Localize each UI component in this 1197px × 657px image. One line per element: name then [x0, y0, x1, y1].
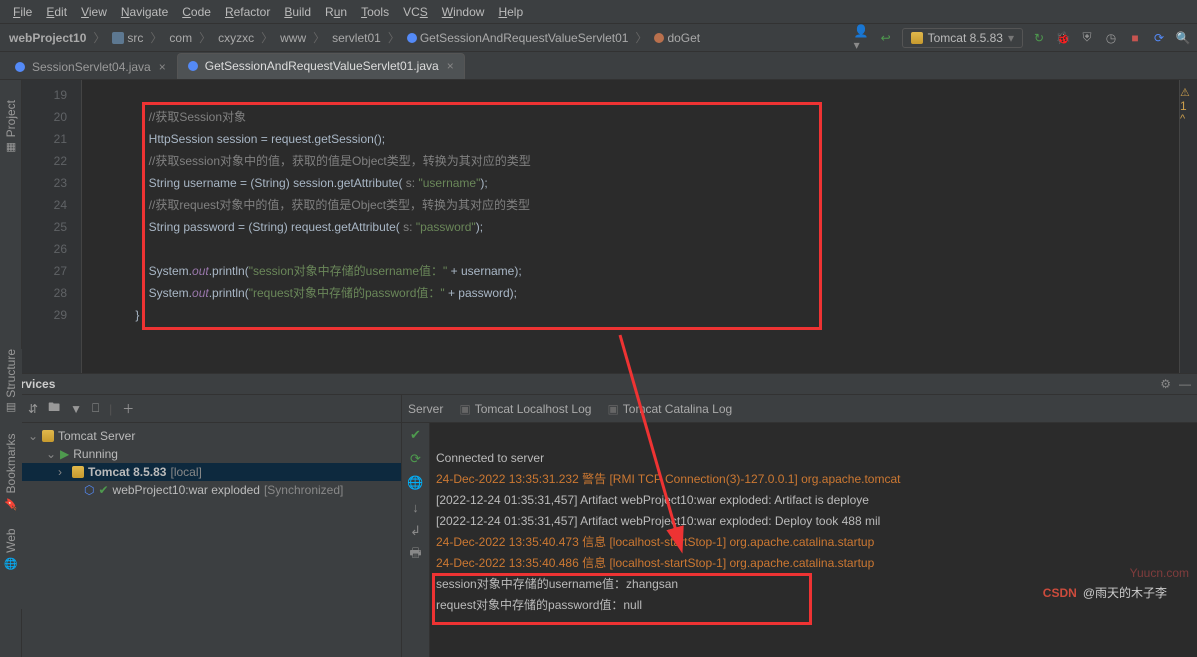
stop-icon[interactable]: ■: [1127, 30, 1143, 46]
breadcrumb: webProject10〉 src〉 com〉 cxyzxc〉 www〉 ser…: [6, 29, 703, 46]
services-panel: ↻ ▶ 🐞 ■ ⋮ ⇵ 🖿 ▼ ⎕ | ＋ ⌄ Tomcat Server ⌄▶…: [0, 395, 1197, 657]
bc-servlet01[interactable]: servlet01: [329, 31, 384, 45]
sidebar-bookmarks[interactable]: 🔖 Bookmarks: [4, 433, 18, 510]
debug-icon[interactable]: 🐞: [1055, 30, 1071, 46]
print-icon[interactable]: 🖶: [408, 547, 424, 563]
menu-refactor[interactable]: Refactor: [218, 5, 277, 19]
tomcat-icon: [72, 466, 84, 478]
console-tabs: Server ▣Tomcat Localhost Log ▣Tomcat Cat…: [402, 395, 1197, 423]
wrap-icon[interactable]: ↲: [408, 523, 424, 539]
minimize-icon[interactable]: —: [1179, 377, 1191, 391]
bc-method[interactable]: doGet: [651, 31, 703, 45]
console-rail: ✔ ⟳ 🌐 ↓ ↲ 🖶: [402, 423, 430, 657]
update-icon[interactable]: ⟳: [408, 451, 424, 467]
expand-icon[interactable]: ⇵: [28, 402, 38, 416]
menu-navigate[interactable]: Navigate: [114, 5, 175, 19]
user-icon[interactable]: 👤▾: [854, 30, 870, 46]
add-icon[interactable]: ＋: [122, 400, 134, 417]
back-icon[interactable]: ↩: [878, 30, 894, 46]
bc-class[interactable]: GetSessionAndRequestValueServlet01: [404, 31, 632, 45]
tree-running[interactable]: ⌄▶ Running: [28, 445, 395, 463]
toolbar-right: 👤▾ ↩ Tomcat 8.5.83 ▾ ↻ 🐞 ⛨ ◷ ■ ⟳ 🔍: [854, 28, 1191, 48]
browser-icon[interactable]: 🌐: [408, 475, 424, 491]
menu-build[interactable]: Build: [277, 5, 318, 19]
close-icon[interactable]: ×: [447, 59, 454, 73]
tree-root[interactable]: ⌄ Tomcat Server: [28, 427, 395, 445]
csdn-watermark: CSDN@雨天的木子李: [1043, 584, 1167, 601]
tree-artifact[interactable]: ⬡✔ webProject10:war exploded [Synchroniz…: [28, 481, 395, 499]
sidebar-web[interactable]: 🌐 Web: [4, 528, 18, 570]
tab-server[interactable]: Server: [408, 402, 443, 416]
nav-bar: webProject10〉 src〉 com〉 cxyzxc〉 www〉 ser…: [0, 24, 1197, 52]
tomcat-icon: [42, 430, 54, 442]
run-config-select[interactable]: Tomcat 8.5.83 ▾: [902, 28, 1023, 48]
rerun-icon[interactable]: ↻: [1031, 30, 1047, 46]
menu-view[interactable]: View: [74, 5, 114, 19]
tomcat-icon: [911, 32, 923, 44]
ok-icon[interactable]: ✔: [408, 427, 424, 443]
editor-tabs: SessionServlet04.java× GetSessionAndRequ…: [0, 52, 1197, 80]
watermark: Yuucn.com: [1130, 563, 1189, 584]
services-toolbar: ⇵ 🖿 ▼ ⎕ | ＋: [22, 395, 401, 423]
code-editor[interactable]: //获取Session对象 HttpSession session = requ…: [82, 80, 1179, 373]
menu-window[interactable]: Window: [435, 5, 492, 19]
bc-com[interactable]: com: [166, 31, 195, 45]
layout-icon[interactable]: ⎕: [92, 401, 99, 416]
left-bottom-rail: ▤ Structure 🔖 Bookmarks 🌐 Web: [0, 349, 22, 609]
annotation-box: [432, 573, 812, 625]
services-right: Server ▣Tomcat Localhost Log ▣Tomcat Cat…: [402, 395, 1197, 657]
tab-getsession[interactable]: GetSessionAndRequestValueServlet01.java×: [177, 53, 465, 79]
gutter: 192021 222324 252627 2829: [22, 80, 82, 373]
tab-catalina-log[interactable]: ▣Tomcat Catalina Log: [607, 402, 732, 416]
services-tree: ⇵ 🖿 ▼ ⎕ | ＋ ⌄ Tomcat Server ⌄▶ Running ›…: [22, 395, 402, 657]
editor-area: ▦ Project 192021 222324 252627 2829 //获取…: [0, 80, 1197, 373]
menu-bar: FFileile Edit View Navigate Code Refacto…: [0, 0, 1197, 24]
scroll-icon[interactable]: ↓: [408, 499, 424, 515]
bc-cxyzxc[interactable]: cxyzxc: [215, 31, 257, 45]
filter-icon[interactable]: ▼: [70, 402, 82, 416]
run-config-label: Tomcat 8.5.83: [928, 31, 1003, 45]
left-tool-rail: ▦ Project: [0, 80, 22, 373]
coverage-icon[interactable]: ⛨: [1079, 30, 1095, 46]
services-bar: Services ⚙ —: [0, 373, 1197, 395]
warning-indicator[interactable]: ⚠ 1 ^: [1180, 86, 1194, 125]
bc-src[interactable]: src: [109, 31, 146, 45]
console: ✔ ⟳ 🌐 ↓ ↲ 🖶 Connected to server24-Dec-20…: [402, 423, 1197, 657]
menu-edit[interactable]: Edit: [39, 5, 74, 19]
menu-run[interactable]: Run: [318, 5, 354, 19]
sidebar-structure[interactable]: ▤ Structure: [4, 349, 18, 415]
tree-icon[interactable]: 🖿: [48, 398, 60, 419]
bc-project[interactable]: webProject10: [6, 31, 89, 45]
menu-code[interactable]: Code: [175, 5, 218, 19]
menu-tools[interactable]: Tools: [354, 5, 396, 19]
menu-help[interactable]: Help: [491, 5, 530, 19]
menu-vcs[interactable]: VCS: [396, 5, 435, 19]
sidebar-project[interactable]: ▦ Project: [4, 100, 18, 154]
update-icon[interactable]: ⟳: [1151, 30, 1167, 46]
tab-sessionservlet04[interactable]: SessionServlet04.java×: [4, 54, 177, 79]
gear-icon[interactable]: ⚙: [1160, 377, 1171, 391]
bc-www[interactable]: www: [277, 31, 309, 45]
close-icon[interactable]: ×: [159, 60, 166, 74]
profile-icon[interactable]: ◷: [1103, 30, 1119, 46]
tree-config[interactable]: › Tomcat 8.5.83 [local]: [22, 463, 401, 481]
search-icon[interactable]: 🔍: [1175, 30, 1191, 46]
menu-file[interactable]: FFileile: [6, 5, 39, 19]
tab-localhost-log[interactable]: ▣Tomcat Localhost Log: [459, 402, 591, 416]
console-output[interactable]: Connected to server24-Dec-2022 13:35:31.…: [430, 423, 1197, 657]
right-gutter: ⚠ 1 ^: [1179, 80, 1197, 373]
